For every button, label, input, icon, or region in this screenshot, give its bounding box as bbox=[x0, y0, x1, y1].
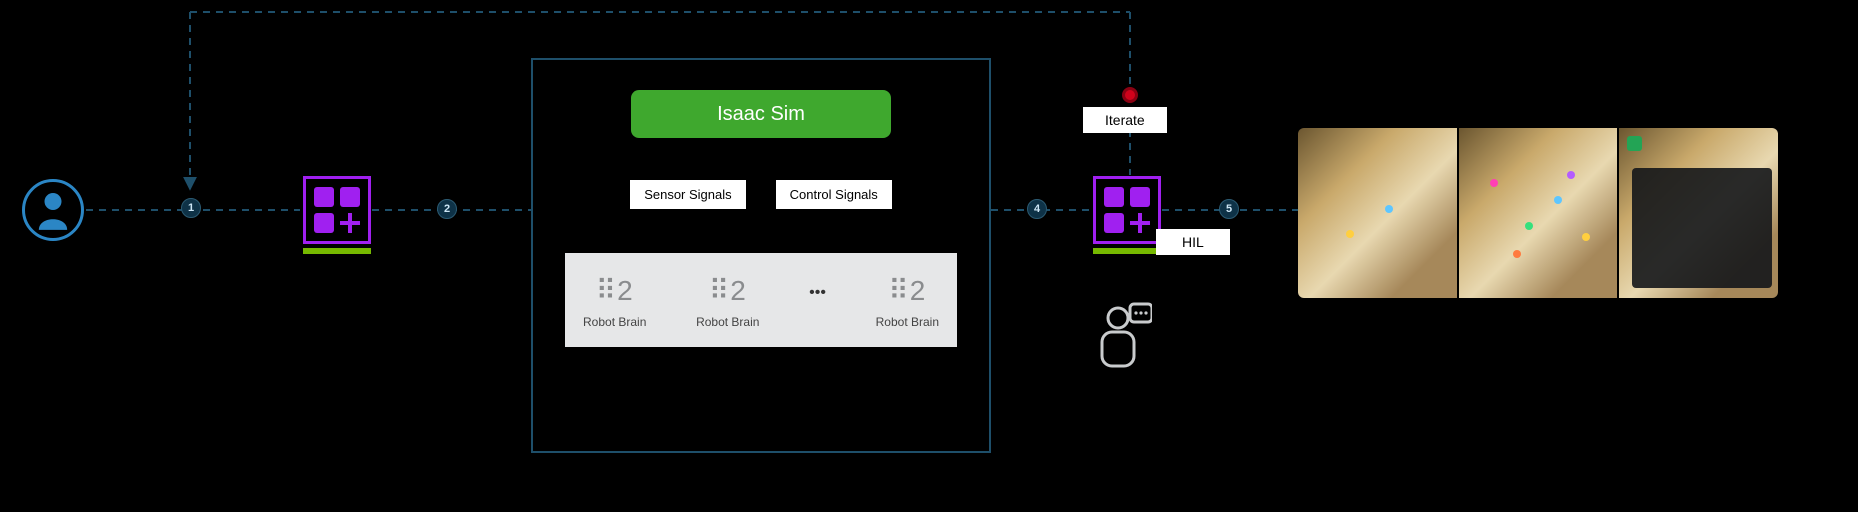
hil-label: HIL bbox=[1156, 229, 1230, 255]
preview-cell bbox=[1459, 128, 1618, 298]
iterate-label: Iterate bbox=[1083, 107, 1167, 133]
preview-cell bbox=[1619, 128, 1778, 298]
robot-brain-label: Robot Brain bbox=[696, 315, 759, 329]
robot-brain-item: ⠿2 Robot Brain bbox=[876, 277, 939, 329]
robot-brain-panel: ⠿2 Robot Brain ⠿2 Robot Brain ••• ⠿2 Rob… bbox=[565, 253, 957, 347]
preview-cell bbox=[1298, 128, 1457, 298]
step-badge-5: 5 bbox=[1219, 199, 1239, 219]
user-icon bbox=[22, 179, 84, 241]
record-icon bbox=[1122, 87, 1138, 103]
ros2-icon: ⠿2 bbox=[696, 277, 759, 305]
robot-brain-item: ⠿2 Robot Brain bbox=[696, 277, 759, 329]
robot-brain-item: ⠿2 Robot Brain bbox=[583, 277, 646, 329]
simulation-preview-panels bbox=[1298, 128, 1778, 298]
ros2-icon: ⠿2 bbox=[876, 277, 939, 305]
step-badge-2: 2 bbox=[437, 199, 457, 219]
control-signals-label: Control Signals bbox=[776, 180, 892, 209]
human-in-loop-icon bbox=[1092, 302, 1152, 374]
overlay-panel bbox=[1632, 168, 1772, 288]
omniverse-extension-icon bbox=[1093, 176, 1161, 244]
isaac-sim-container: Isaac Sim Sensor Signals Control Signals… bbox=[531, 58, 991, 453]
step-badge-4: 4 bbox=[1027, 199, 1047, 219]
robot-brain-label: Robot Brain bbox=[583, 315, 646, 329]
ellipsis: ••• bbox=[809, 284, 826, 302]
robot-brain-label: Robot Brain bbox=[876, 315, 939, 329]
omniverse-extension-icon bbox=[303, 176, 371, 244]
isaac-sim-title: Isaac Sim bbox=[631, 90, 891, 138]
ros2-icon: ⠿2 bbox=[583, 277, 646, 305]
overlay-status-bar bbox=[1627, 136, 1641, 151]
sensor-signals-label: Sensor Signals bbox=[630, 180, 745, 209]
step-badge-1: 1 bbox=[181, 198, 201, 218]
signal-row: Sensor Signals Control Signals bbox=[630, 180, 892, 209]
